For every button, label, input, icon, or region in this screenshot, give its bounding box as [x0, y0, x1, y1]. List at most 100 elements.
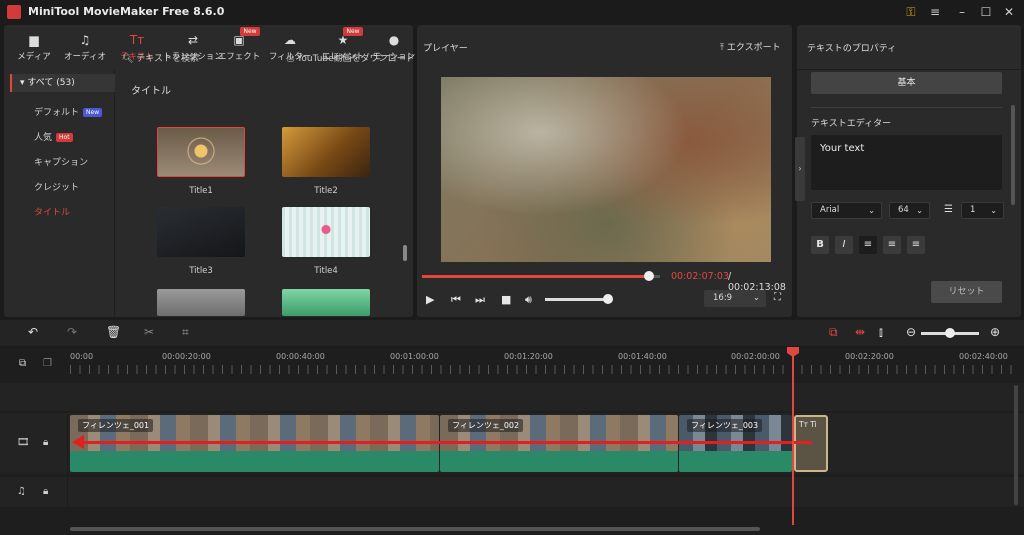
- category-caption[interactable]: キャプション: [34, 155, 88, 168]
- text-clip-label: Tт Ti: [799, 420, 817, 429]
- ruler-label: 00:00: [70, 352, 94, 361]
- category-label: 人気: [34, 133, 53, 143]
- snap-icon[interactable]: ⧉: [829, 325, 838, 340]
- music-icon: ♫: [79, 33, 91, 47]
- text-editor-input[interactable]: Your text: [811, 135, 1002, 190]
- divider: [797, 69, 1021, 70]
- align-center-icon[interactable]: ≡: [883, 236, 901, 254]
- volume-knob[interactable]: [602, 294, 613, 304]
- font-select[interactable]: Arial ⌄: [811, 202, 882, 219]
- audio-track-header: [0, 477, 68, 507]
- chevron-down-icon: ⌄: [868, 206, 875, 215]
- timeline-ruler[interactable]: [70, 365, 1020, 374]
- volume-slider[interactable]: [545, 298, 611, 301]
- timeline-vertical-scrollbar[interactable]: [1014, 385, 1018, 505]
- key-icon[interactable]: ⚿: [902, 3, 920, 21]
- progress-fill: [422, 275, 650, 278]
- search-text[interactable]: 🔍︎ テキストを検索: [122, 51, 199, 64]
- align-left-icon[interactable]: ≡: [859, 236, 877, 254]
- thumbnail-title3[interactable]: [157, 207, 245, 257]
- category-all[interactable]: ▾ すべて (53): [10, 74, 115, 92]
- font-size-select[interactable]: 64 ⌄: [889, 202, 930, 219]
- play-icon[interactable]: ▶: [426, 293, 434, 306]
- export-button[interactable]: ⤒ エクスポート: [720, 40, 781, 53]
- align-right-icon[interactable]: ≡: [907, 236, 925, 254]
- add-track-icon[interactable]: ⧉: [19, 358, 26, 369]
- tab-audio[interactable]: ♫ オーディオ: [58, 33, 112, 62]
- ruler-label: 00:01:20:00: [504, 352, 553, 361]
- timeline-horizontal-scrollbar[interactable]: [70, 527, 760, 531]
- minimize-button[interactable]: –: [953, 3, 971, 21]
- panel-collapse-chevron-icon[interactable]: ›: [795, 137, 805, 201]
- font-size-value: 64: [898, 205, 909, 215]
- italic-button[interactable]: I: [835, 236, 853, 254]
- redo-icon[interactable]: ↷: [67, 325, 77, 339]
- properties-scrollbar[interactable]: [1011, 105, 1015, 205]
- text-icon: Tт: [129, 33, 145, 47]
- maximize-button[interactable]: ☐: [977, 3, 995, 21]
- hot-tag: Hot: [56, 133, 73, 142]
- thumbnail-label: Title2: [314, 186, 338, 196]
- library-scrollbar[interactable]: [403, 245, 407, 261]
- ruler-label: 00:00:40:00: [276, 352, 325, 361]
- copy-track-icon[interactable]: ❐: [43, 358, 52, 369]
- thumbnail-title4[interactable]: [282, 207, 370, 257]
- download-icon: ⎙: [287, 54, 298, 64]
- tab-basic[interactable]: 基本: [811, 72, 1002, 94]
- playhead[interactable]: [792, 349, 794, 525]
- export-label: エクスポート: [726, 43, 781, 53]
- annotation-arrow-line: [82, 441, 812, 444]
- fit-icon[interactable]: ⫾: [879, 325, 883, 340]
- close-button[interactable]: ✕: [1000, 3, 1018, 21]
- video-preview: [441, 77, 771, 262]
- category-credit[interactable]: クレジット: [34, 180, 79, 193]
- line-spacing-select[interactable]: 1 ⌄: [961, 202, 1004, 219]
- section-heading: タイトル: [131, 86, 171, 97]
- stop-icon[interactable]: ■: [501, 293, 511, 306]
- zoom-out-icon[interactable]: ⊖: [906, 325, 916, 339]
- thumbnail-title5[interactable]: [157, 289, 245, 316]
- tab-label: エフェクト: [217, 52, 261, 62]
- audio-track: [0, 477, 1024, 507]
- search-label: テキストを検索: [136, 54, 200, 64]
- clip-name: フィレンツェ_002: [448, 419, 524, 432]
- ruler-label: 00:01:40:00: [618, 352, 667, 361]
- progress-knob[interactable]: [644, 271, 655, 281]
- bold-button[interactable]: B: [811, 236, 829, 254]
- thumbnail-title2[interactable]: [282, 127, 370, 177]
- ruler-label: 00:02:00:00: [731, 352, 780, 361]
- aspect-ratio-select[interactable]: 16:9 ⌄: [704, 290, 766, 307]
- crop-icon[interactable]: ⌗: [182, 325, 189, 340]
- menu-icon[interactable]: ≡: [926, 3, 944, 21]
- zoom-in-icon[interactable]: ⊕: [990, 325, 1000, 339]
- video-track-header: [0, 413, 68, 474]
- split-icon[interactable]: ✂: [144, 325, 154, 339]
- category-label: デフォルト: [34, 108, 80, 118]
- tab-effect[interactable]: ▣ エフェクト: [212, 33, 266, 62]
- properties-title: テキストのプロパティ: [807, 44, 897, 54]
- lock-icon[interactable]: 🔒︎: [43, 437, 48, 448]
- category-list: ▾ すべて (53) デフォルト New 人気 Hot キャプション クレジット タ…: [4, 70, 115, 317]
- tab-media[interactable]: ▆ メディア: [7, 33, 61, 62]
- category-popular[interactable]: 人気 Hot: [34, 130, 73, 143]
- category-default[interactable]: デフォルト New: [34, 105, 103, 118]
- search-icon: 🔍︎: [122, 54, 137, 64]
- previous-frame-icon[interactable]: ⏮: [451, 293, 461, 307]
- annotation-arrow-head-icon: [72, 435, 84, 449]
- thumbnail-title1[interactable]: [157, 127, 245, 177]
- undo-icon[interactable]: ↶: [28, 325, 38, 339]
- delete-icon[interactable]: 🗑︎: [106, 325, 121, 339]
- divider: [811, 107, 1002, 108]
- thumbnail-title6[interactable]: [282, 289, 370, 316]
- reset-button[interactable]: リセット: [931, 281, 1002, 303]
- link-icon[interactable]: ⇹: [855, 325, 865, 339]
- fullscreen-icon[interactable]: ⛶: [774, 292, 781, 303]
- youtube-download-link[interactable]: ⎙ YouTube動画をダウンロード: [287, 51, 415, 64]
- lock-icon[interactable]: 🔒︎: [43, 486, 48, 497]
- next-frame-icon[interactable]: ⏭: [475, 293, 485, 307]
- zoom-knob[interactable]: [945, 328, 955, 338]
- empty-track: [0, 383, 1024, 411]
- category-title[interactable]: タイトル: [34, 205, 70, 218]
- app-title: MiniTool MovieMaker Free 8.6.0: [28, 5, 225, 18]
- volume-icon[interactable]: 🔊︎: [525, 293, 532, 307]
